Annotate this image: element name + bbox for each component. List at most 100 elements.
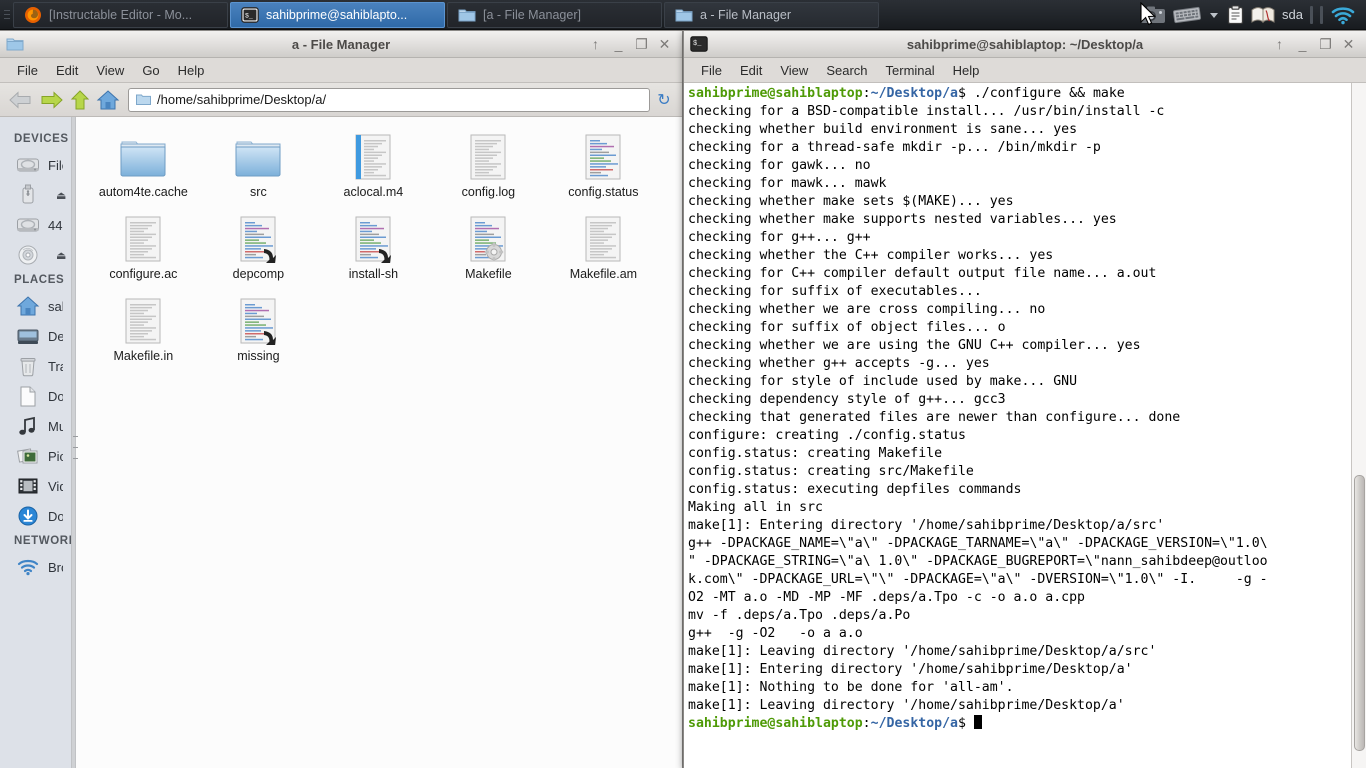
file-manager-menu-file[interactable]: File bbox=[8, 61, 47, 80]
close-icon[interactable]: ✕ bbox=[658, 37, 671, 51]
sidebar-item-usb20fd[interactable]: USB20FD⏏ bbox=[0, 180, 71, 210]
file-item[interactable]: Makefile.in bbox=[86, 295, 201, 377]
file-item[interactable]: configure.ac bbox=[86, 213, 201, 295]
prompt-separator: : bbox=[862, 86, 871, 101]
file-name: configure.ac bbox=[109, 267, 178, 281]
file-list[interactable]: autom4te.cache src aclocal.m4 config.log con… bbox=[75, 117, 682, 768]
taskbar-item-1[interactable]: $_ sahibprime@sahiblapto... bbox=[230, 1, 445, 28]
taskbar-item-label: [Instructable Editor - Mo... bbox=[49, 7, 193, 22]
music-icon bbox=[16, 415, 40, 437]
taskbar-item-label: [a - File Manager] bbox=[483, 7, 581, 22]
terminal-menu-terminal[interactable]: Terminal bbox=[877, 61, 944, 80]
sidebar-item-desktop[interactable]: Desktop bbox=[0, 321, 71, 351]
terminal-menu-file[interactable]: File bbox=[692, 61, 731, 80]
file-name: missing bbox=[237, 349, 280, 363]
text-color-link-icon bbox=[234, 297, 282, 346]
taskbar-item-label: sahibprime@sahiblapto... bbox=[266, 7, 408, 22]
close-icon[interactable]: ✕ bbox=[1342, 37, 1355, 51]
text-blue-bar-icon bbox=[349, 133, 397, 181]
camera-icon[interactable] bbox=[1140, 5, 1166, 25]
sidebar-item-trash[interactable]: Trash bbox=[0, 351, 71, 381]
pictures-icon bbox=[16, 445, 40, 467]
sidebar-item-pictures[interactable]: Pictures bbox=[0, 441, 71, 471]
clipboard-icon[interactable] bbox=[1227, 4, 1244, 25]
reload-icon[interactable]: ↻ bbox=[654, 90, 674, 110]
file-item[interactable]: config.log bbox=[431, 131, 546, 213]
minimize-icon[interactable]: _ bbox=[1296, 37, 1309, 51]
terminal-menu-edit[interactable]: Edit bbox=[731, 61, 771, 80]
chevron-down-icon[interactable] bbox=[1208, 9, 1220, 21]
file-name: install-sh bbox=[348, 267, 399, 281]
sidebar-item-videos[interactable]: Videos bbox=[0, 471, 71, 501]
sidebar-item-445-gb-volume[interactable]: 445 GB Volume bbox=[0, 210, 71, 240]
folder-icon bbox=[6, 36, 24, 52]
file-manager-menu-go[interactable]: Go bbox=[133, 61, 168, 80]
terminal-menu-search[interactable]: Search bbox=[817, 61, 876, 80]
arrow-right-icon[interactable] bbox=[38, 89, 64, 111]
sidebar-item-label: File System bbox=[48, 157, 63, 173]
terminal-line: checking whether g++ accepts -g... yes bbox=[688, 356, 990, 371]
shade-icon[interactable]: ↑ bbox=[1273, 37, 1286, 51]
file-name: src bbox=[250, 185, 267, 199]
eject-icon[interactable]: ⏏ bbox=[56, 249, 66, 262]
arrow-up-icon[interactable] bbox=[68, 89, 92, 111]
wifi-icon[interactable] bbox=[1330, 5, 1356, 25]
terminal-line: config.status: creating Makefile bbox=[688, 446, 943, 461]
document-icon bbox=[16, 385, 40, 407]
keyboard-icon[interactable] bbox=[1173, 6, 1202, 24]
taskbar-item-0[interactable]: [Instructable Editor - Mo... bbox=[13, 1, 228, 28]
taskbar-window-list: [Instructable Editor - Mo... $_ sahibprime… bbox=[12, 0, 880, 30]
file-item[interactable]: config.status bbox=[546, 131, 661, 213]
minimize-icon[interactable]: _ bbox=[612, 37, 625, 51]
text-plain-icon bbox=[119, 297, 167, 345]
terminal-output[interactable]: sahibprime@sahiblaptop:~/Desktop/a$ ./co… bbox=[684, 83, 1351, 768]
arrow-left-icon[interactable] bbox=[8, 89, 34, 111]
terminal-titlebar[interactable]: $_ sahibprime@sahiblaptop: ~/Desktop/a ↑… bbox=[684, 31, 1366, 58]
file-name: config.status bbox=[568, 185, 639, 199]
path-bar[interactable]: /home/sahibprime/Desktop/a/ bbox=[128, 87, 650, 112]
sidebar-item-blank-cd-r[interactable]: Blank CD-R ...⏏ bbox=[0, 240, 71, 270]
maximize-icon[interactable]: ❐ bbox=[1319, 37, 1332, 51]
file-item[interactable]: aclocal.m4 bbox=[316, 131, 431, 213]
sidebar-item-downloads[interactable]: Downloads bbox=[0, 501, 71, 531]
file-item[interactable]: autom4te.cache bbox=[86, 131, 201, 213]
sidebar-item-music[interactable]: Music bbox=[0, 411, 71, 441]
taskbar-grip[interactable] bbox=[2, 4, 12, 26]
sidebar-item-sahibprime[interactable]: sahibprime bbox=[0, 291, 71, 321]
firefox-icon bbox=[24, 6, 42, 24]
file-name: aclocal.m4 bbox=[343, 185, 404, 199]
sidebar-splitter[interactable] bbox=[71, 117, 79, 768]
terminal-menu-view[interactable]: View bbox=[771, 61, 817, 80]
text-plain-icon bbox=[119, 215, 167, 263]
terminal-menu-help[interactable]: Help bbox=[944, 61, 989, 80]
file-item[interactable]: Makefile bbox=[431, 213, 546, 295]
taskbar-item-3[interactable]: a - File Manager bbox=[664, 1, 879, 28]
file-item[interactable]: depcomp bbox=[201, 213, 316, 295]
file-item[interactable]: install-sh bbox=[316, 213, 431, 295]
maximize-icon[interactable]: ❐ bbox=[635, 37, 648, 51]
dictionary-icon[interactable] bbox=[1251, 6, 1275, 24]
shade-icon[interactable]: ↑ bbox=[589, 37, 602, 51]
sidebar-item-browse-network[interactable]: Browse Network bbox=[0, 552, 71, 582]
scrollbar-thumb[interactable] bbox=[1354, 475, 1365, 751]
sidebar-item-label: Browse Network bbox=[48, 559, 63, 575]
terminal-line: " -DPACKAGE_STRING=\"a\ 1.0\" -DPACKAGE_… bbox=[688, 554, 1268, 569]
sidebar-item-label: Desktop bbox=[48, 328, 64, 344]
file-manager-titlebar[interactable]: a - File Manager ↑ _ ❐ ✕ bbox=[0, 31, 682, 58]
terminal-prompt-line: sahibprime@sahiblaptop:~/Desktop/a$ bbox=[688, 715, 1351, 733]
file-manager-menu-edit[interactable]: Edit bbox=[47, 61, 87, 80]
file-manager-menu-help[interactable]: Help bbox=[169, 61, 214, 80]
eject-icon[interactable]: ⏏ bbox=[56, 189, 66, 202]
terminal-line: make[1]: Entering directory '/home/sahib… bbox=[688, 518, 1165, 533]
file-manager-menu-view[interactable]: View bbox=[87, 61, 133, 80]
sidebar-item-documents[interactable]: Documents bbox=[0, 381, 71, 411]
taskbar-item-2[interactable]: [a - File Manager] bbox=[447, 1, 662, 28]
file-item[interactable]: Makefile.am bbox=[546, 213, 661, 295]
sidebar-item-file-system[interactable]: File System bbox=[0, 150, 71, 180]
file-item[interactable]: src bbox=[201, 131, 316, 213]
home-icon[interactable] bbox=[96, 89, 120, 111]
terminal-scrollbar[interactable] bbox=[1351, 83, 1366, 768]
terminal-line: checking for style of include used by ma… bbox=[688, 374, 1078, 389]
terminal-line: make[1]: Leaving directory '/home/sahibp… bbox=[688, 644, 1157, 659]
file-item[interactable]: missing bbox=[201, 295, 316, 377]
